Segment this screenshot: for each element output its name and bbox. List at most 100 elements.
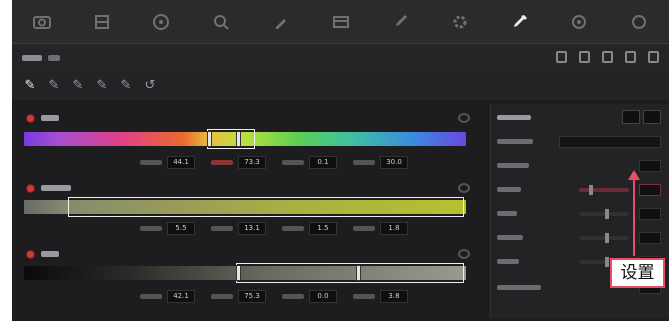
person-icon[interactable] xyxy=(579,51,590,63)
lum-hsoft-label xyxy=(353,294,375,299)
lum-range[interactable] xyxy=(236,263,464,283)
pen-icon[interactable] xyxy=(251,0,311,43)
feather-minus-icon[interactable]: ✎ xyxy=(94,78,110,94)
in-out-row xyxy=(497,208,661,220)
top-toolbar xyxy=(12,0,669,44)
sat-hsoft-label xyxy=(353,226,375,231)
lum-high-field[interactable]: 75.3 xyxy=(238,290,266,303)
sat-bar[interactable] xyxy=(24,197,466,217)
hue-width-label xyxy=(211,160,233,165)
midtone-field[interactable] xyxy=(639,232,661,244)
refresh-icon[interactable] xyxy=(625,51,636,63)
lum-lsoft-field[interactable]: 0.0 xyxy=(309,290,337,303)
target-icon[interactable] xyxy=(602,51,613,63)
sat-range[interactable] xyxy=(68,197,464,217)
lum-handle-high[interactable] xyxy=(356,265,361,281)
denoise-field[interactable] xyxy=(639,160,661,172)
blur-knob[interactable] xyxy=(589,185,593,195)
hue-visibility-icon[interactable] xyxy=(458,113,470,123)
hue-handle-high[interactable] xyxy=(236,131,241,147)
in-out-slider[interactable] xyxy=(579,209,629,219)
lum-low-label xyxy=(140,294,162,299)
brush-icon[interactable] xyxy=(370,0,430,43)
blur-slider[interactable] xyxy=(579,185,629,195)
panel-title xyxy=(497,115,531,120)
picker-minus-icon[interactable]: ✎ xyxy=(46,78,62,94)
annotation-callout: 设置 xyxy=(610,258,665,288)
blur-label xyxy=(497,187,521,192)
gear-icon[interactable] xyxy=(430,0,490,43)
sub-header-icons xyxy=(556,51,659,63)
overflow-icon[interactable] xyxy=(648,51,659,63)
in-out-label xyxy=(497,211,517,216)
hue-values: 44.1 73.3 0.1 30.0 xyxy=(140,156,408,169)
sat-label xyxy=(41,185,71,191)
lum-toggle[interactable] xyxy=(26,249,35,259)
shrink-label xyxy=(497,259,519,264)
zoom-icon[interactable] xyxy=(191,0,251,43)
mode-option-2[interactable] xyxy=(643,110,661,124)
blur-field[interactable] xyxy=(639,184,661,196)
sat-low-label xyxy=(140,226,162,231)
hue-label xyxy=(41,115,59,121)
sat-high-field[interactable]: 13.1 xyxy=(238,222,266,235)
hsl-qualifier: 44.1 73.3 0.1 30.0 5.5 13.1 1.5 1.8 42.1… xyxy=(20,104,472,318)
film-icon[interactable] xyxy=(72,0,132,43)
blur-row xyxy=(497,184,661,196)
hue-soft-field[interactable]: 0.1 xyxy=(309,156,337,169)
feather-plus-icon[interactable]: ✎ xyxy=(118,78,134,94)
sat-header xyxy=(26,182,71,194)
lum-handle-low[interactable] xyxy=(236,265,241,281)
lum-bar[interactable] xyxy=(24,263,466,283)
midtone-row xyxy=(497,232,661,244)
panel-header-row xyxy=(497,110,661,124)
frame-icon[interactable] xyxy=(311,0,371,43)
mode-label xyxy=(22,55,42,61)
hue-width-field[interactable]: 73.3 xyxy=(238,156,266,169)
hue-header xyxy=(26,112,59,124)
sub-header xyxy=(12,44,669,72)
lum-low-field[interactable]: 42.1 xyxy=(167,290,195,303)
lum-visibility-icon[interactable] xyxy=(458,249,470,259)
picker-plus-icon[interactable]: ✎ xyxy=(70,78,86,94)
eyedropper-icon[interactable] xyxy=(490,0,550,43)
sat-hsoft-field[interactable]: 1.8 xyxy=(380,222,408,235)
preset-dropdown[interactable] xyxy=(559,136,661,148)
sat-toggle[interactable] xyxy=(26,183,35,193)
hue-bar[interactable] xyxy=(24,129,466,149)
lum-hsoft-field[interactable]: 3.8 xyxy=(380,290,408,303)
hue-symmetry-field[interactable]: 30.0 xyxy=(380,156,408,169)
camera-icon[interactable] xyxy=(12,0,72,43)
midtone-label xyxy=(497,235,523,240)
lum-header xyxy=(26,248,59,260)
mode-value xyxy=(48,55,60,61)
lum-label xyxy=(41,251,59,257)
reset-icon[interactable]: ↺ xyxy=(142,78,158,94)
lum-high-label xyxy=(211,294,233,299)
in-out-knob[interactable] xyxy=(605,209,609,219)
mode-toggle[interactable] xyxy=(622,110,661,124)
copy-icon[interactable] xyxy=(556,51,567,63)
sat-lsoft-label xyxy=(282,226,304,231)
midtone-knob[interactable] xyxy=(605,233,609,243)
settings-icon[interactable] xyxy=(550,0,610,43)
mode-option-1[interactable] xyxy=(622,110,640,124)
picker-tools: ✎ ✎ ✎ ✎ ✎ ↺ xyxy=(12,72,669,100)
sat-low-field[interactable]: 5.5 xyxy=(167,222,195,235)
sat-visibility-icon[interactable] xyxy=(458,183,470,193)
sat-lsoft-field[interactable]: 1.5 xyxy=(309,222,337,235)
hue-toggle[interactable] xyxy=(26,113,35,123)
hue-handle-low[interactable] xyxy=(207,131,212,147)
shrink-knob[interactable] xyxy=(605,257,609,267)
in-out-field[interactable] xyxy=(639,208,661,220)
denoise-label xyxy=(497,163,529,168)
sat-values: 5.5 13.1 1.5 1.8 xyxy=(140,222,408,235)
hue-range[interactable] xyxy=(207,129,255,149)
midtone-slider[interactable] xyxy=(579,233,629,243)
hue-symmetry-label xyxy=(353,160,375,165)
hue-center-field[interactable]: 44.1 xyxy=(167,156,195,169)
more-icon[interactable] xyxy=(609,0,669,43)
annotation-arrow xyxy=(633,176,635,256)
picker-icon[interactable]: ✎ xyxy=(22,78,38,94)
circle-icon[interactable] xyxy=(131,0,191,43)
